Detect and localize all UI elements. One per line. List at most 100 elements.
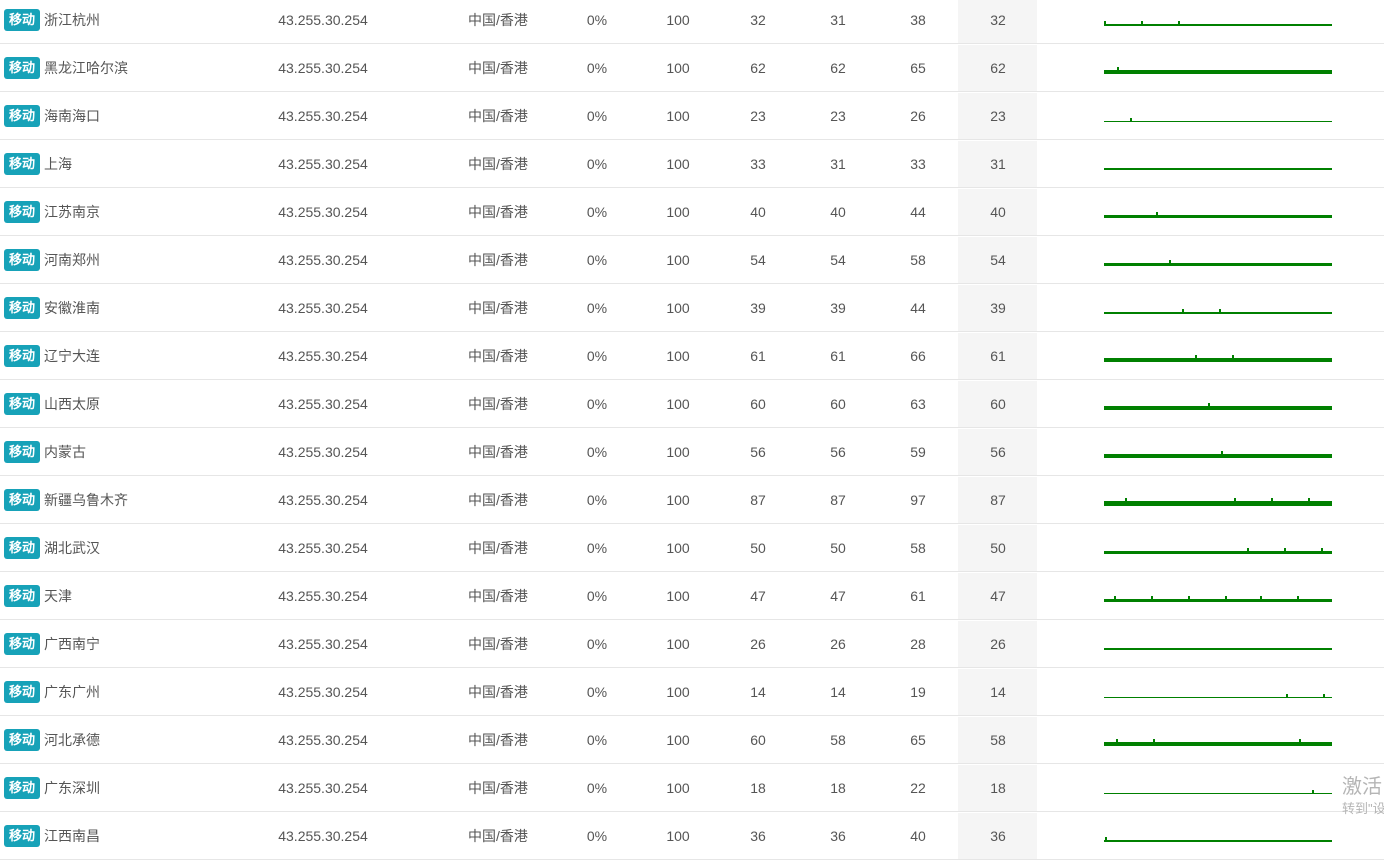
table-row: 移动 广东深圳 43.255.30.254 中国/香港 0% 100 18 18 22 18 (0, 764, 1384, 812)
table-row: 移动 黑龙江哈尔滨 43.255.30.254 中国/香港 0% 100 62 62 65 62 (0, 44, 1384, 92)
worst-cell: 97 (878, 476, 958, 524)
worst-cell: 63 (878, 380, 958, 428)
latency-sparkline-cell (1038, 813, 1384, 860)
node-cell: 移动 辽宁大连 (0, 332, 206, 380)
best-cell: 50 (958, 524, 1038, 572)
loss-cell: 0% (556, 572, 638, 620)
location-cell: 中国/香港 (440, 812, 556, 860)
avg-cell: 58 (798, 716, 878, 764)
latency-results-table: 移动 浙江杭州 43.255.30.254 中国/香港 0% 100 32 31 38 32 移动黑… (0, 0, 1384, 860)
latency-sparkline-cell (1038, 189, 1384, 236)
node-cell: 移动 广东深圳 (0, 764, 206, 812)
loss-cell: 0% (556, 92, 638, 140)
table-row: 移动 新疆乌鲁木齐 43.255.30.254 中国/香港 0% 100 87 87 97 87 (0, 476, 1384, 524)
latency-sparkline (1104, 66, 1332, 74)
ip-cell: 43.255.30.254 (206, 428, 440, 476)
latency-spike (1260, 595, 1262, 599)
best-cell: 58 (958, 716, 1038, 764)
latency-sparkline-cell (1038, 0, 1384, 44)
last-cell: 60 (718, 380, 798, 428)
latency-sparkline (1104, 354, 1332, 362)
table-row: 移动 安徽淮南 43.255.30.254 中国/香港 0% 100 39 39 44 39 (0, 284, 1384, 332)
table-row: 移动 江苏南京 43.255.30.254 中国/香港 0% 100 40 40 44 40 (0, 188, 1384, 236)
best-cell: 87 (958, 476, 1038, 524)
latency-sparkline (1104, 738, 1332, 746)
sent-cell: 100 (638, 572, 718, 620)
city-label: 江西南昌 (44, 828, 101, 844)
table-row: 移动 江西南昌 43.255.30.254 中国/香港 0% 100 36 36 40 36 (0, 812, 1384, 860)
isp-badge: 移动 (4, 729, 41, 751)
worst-cell: 38 (878, 0, 958, 44)
latency-spike (1125, 497, 1127, 501)
loss-cell: 0% (556, 668, 638, 716)
ip-cell: 43.255.30.254 (206, 44, 440, 92)
ip-cell: 43.255.30.254 (206, 332, 440, 380)
ip-cell: 43.255.30.254 (206, 716, 440, 764)
location-cell: 中国/香港 (440, 44, 556, 92)
loss-cell: 0% (556, 284, 638, 332)
location-cell: 中国/香港 (440, 716, 556, 764)
best-cell: 36 (958, 812, 1038, 860)
avg-cell: 36 (798, 812, 878, 860)
worst-cell: 33 (878, 140, 958, 188)
avg-cell: 56 (798, 428, 878, 476)
best-cell: 62 (958, 44, 1038, 92)
last-cell: 56 (718, 428, 798, 476)
city-label: 天津 (44, 588, 73, 604)
table-row: 移动 内蒙古 43.255.30.254 中国/香港 0% 100 56 56 59 56 (0, 428, 1384, 476)
isp-badge: 移动 (4, 345, 41, 367)
last-cell: 14 (718, 668, 798, 716)
ip-cell: 43.255.30.254 (206, 0, 440, 44)
table-row: 移动 广东广州 43.255.30.254 中国/香港 0% 100 14 14 19 14 (0, 668, 1384, 716)
avg-cell: 14 (798, 668, 878, 716)
table-row: 移动 辽宁大连 43.255.30.254 中国/香港 0% 100 61 61 66 61 (0, 332, 1384, 380)
location-cell: 中国/香港 (440, 380, 556, 428)
last-cell: 26 (718, 620, 798, 668)
sent-cell: 100 (638, 812, 718, 860)
latency-sparkline (1104, 789, 1332, 794)
ip-cell: 43.255.30.254 (206, 284, 440, 332)
avg-cell: 54 (798, 236, 878, 284)
ip-cell: 43.255.30.254 (206, 236, 440, 284)
latency-sparkline-cell (1038, 669, 1384, 716)
sent-cell: 100 (638, 716, 718, 764)
loss-cell: 0% (556, 812, 638, 860)
latency-spike (1284, 547, 1286, 551)
location-cell: 中国/香港 (440, 764, 556, 812)
node-cell: 移动 江苏南京 (0, 188, 206, 236)
worst-cell: 58 (878, 524, 958, 572)
loss-cell: 0% (556, 716, 638, 764)
location-cell: 中国/香港 (440, 620, 556, 668)
city-label: 江苏南京 (44, 204, 101, 220)
worst-cell: 59 (878, 428, 958, 476)
city-label: 海南海口 (44, 108, 101, 124)
location-cell: 中国/香港 (440, 428, 556, 476)
latency-sparkline-cell (1038, 45, 1384, 92)
activation-watermark: 激活 转到"设 (1342, 774, 1384, 818)
table-row: 移动 河北承德 43.255.30.254 中国/香港 0% 100 60 58 65 58 (0, 716, 1384, 764)
loss-cell: 0% (556, 764, 638, 812)
ip-cell: 43.255.30.254 (206, 140, 440, 188)
latency-spike (1247, 547, 1249, 551)
latency-spike (1105, 836, 1107, 840)
city-label: 湖北武汉 (44, 540, 101, 556)
latency-spike (1297, 595, 1299, 599)
ip-cell: 43.255.30.254 (206, 668, 440, 716)
ip-cell: 43.255.30.254 (206, 380, 440, 428)
location-cell: 中国/香港 (440, 188, 556, 236)
node-cell: 移动 广东广州 (0, 668, 206, 716)
sent-cell: 100 (638, 620, 718, 668)
city-label: 河南郑州 (44, 252, 101, 268)
table-row: 移动 河南郑州 43.255.30.254 中国/香港 0% 100 54 54 58 54 (0, 236, 1384, 284)
latency-sparkline (1104, 20, 1332, 26)
latency-spike (1151, 595, 1153, 599)
table-row: 移动 山西太原 43.255.30.254 中国/香港 0% 100 60 60 63 60 (0, 380, 1384, 428)
worst-cell: 44 (878, 188, 958, 236)
table-row: 移动 海南海口 43.255.30.254 中国/香港 0% 100 23 23 26 23 (0, 92, 1384, 140)
location-cell: 中国/香港 (440, 284, 556, 332)
node-cell: 移动 海南海口 (0, 92, 206, 140)
city-label: 上海 (44, 156, 73, 172)
isp-badge: 移动 (4, 201, 41, 223)
location-cell: 中国/香港 (440, 0, 556, 44)
avg-cell: 61 (798, 332, 878, 380)
